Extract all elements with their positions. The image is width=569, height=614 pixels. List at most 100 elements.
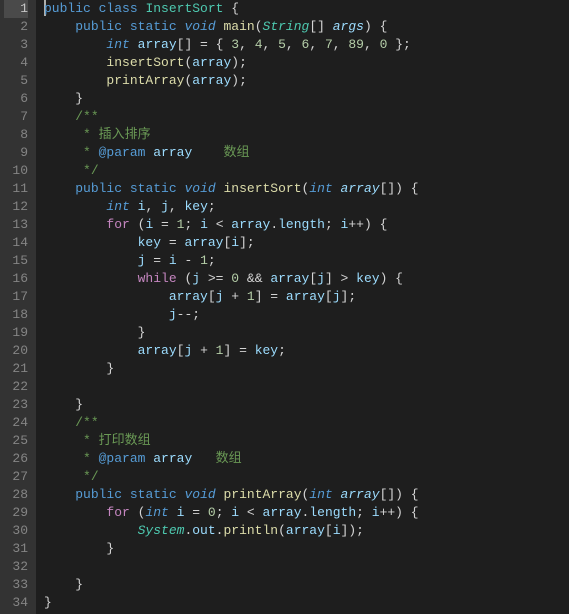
token-pun: [	[309, 271, 317, 286]
token-pun: ,	[333, 37, 349, 52]
token-pun	[169, 505, 177, 520]
code-line[interactable]: */	[44, 162, 569, 180]
token-cmt: 数组	[192, 451, 241, 466]
token-pun: }	[44, 577, 83, 592]
token-pun	[44, 181, 75, 196]
token-var: array	[138, 343, 177, 358]
code-line[interactable]: }	[44, 594, 569, 612]
code-line[interactable]: array[j + 1] = array[j];	[44, 288, 569, 306]
code-line[interactable]	[44, 378, 569, 396]
line-number: 31	[4, 540, 28, 558]
token-num: 5	[278, 37, 286, 52]
code-line[interactable]: System.out.println(array[i]);	[44, 522, 569, 540]
code-line[interactable]: printArray(array);	[44, 72, 569, 90]
code-line[interactable]: /**	[44, 108, 569, 126]
code-line[interactable]: public class InsertSort {	[44, 0, 569, 18]
code-line[interactable]: }	[44, 360, 569, 378]
code-line[interactable]: int array[] = { 3, 4, 5, 6, 7, 89, 0 };	[44, 36, 569, 54]
token-pun	[44, 37, 106, 52]
token-type-i: System	[138, 523, 185, 538]
code-line[interactable]: int i, j, key;	[44, 198, 569, 216]
code-line[interactable]: }	[44, 576, 569, 594]
line-number: 10	[4, 162, 28, 180]
line-number: 28	[4, 486, 28, 504]
code-line[interactable]: */	[44, 468, 569, 486]
token-var: length	[309, 505, 356, 520]
token-pun: []) {	[380, 487, 419, 502]
line-number: 6	[4, 90, 28, 108]
token-pun: }	[44, 595, 52, 610]
token-cmt: */	[83, 163, 99, 178]
code-line[interactable]: }	[44, 396, 569, 414]
code-line[interactable]: j = i - 1;	[44, 252, 569, 270]
token-pun: }	[44, 91, 83, 106]
code-line[interactable]: public static void insertSort(int array[…	[44, 180, 569, 198]
code-line[interactable]: public static void printArray(int array[…	[44, 486, 569, 504]
code-line[interactable]: }	[44, 540, 569, 558]
code-line[interactable]: for (int i = 0; i < array.length; i++) {	[44, 504, 569, 522]
token-var: key	[255, 343, 278, 358]
line-number: 26	[4, 450, 28, 468]
token-pun	[44, 415, 75, 430]
code-line[interactable]	[44, 558, 569, 576]
token-fn: main	[224, 19, 255, 34]
line-number: 9	[4, 144, 28, 162]
code-line[interactable]: * @param array 数组	[44, 144, 569, 162]
token-pun	[333, 487, 341, 502]
token-num: 1	[200, 253, 208, 268]
token-var: j	[161, 199, 169, 214]
token-pun: ++) {	[348, 217, 387, 232]
token-pun: =	[184, 505, 207, 520]
code-line[interactable]: j--;	[44, 306, 569, 324]
code-line[interactable]: for (i = 1; i < array.length; i++) {	[44, 216, 569, 234]
token-pun	[44, 307, 169, 322]
token-kw: public	[75, 487, 122, 502]
line-number: 21	[4, 360, 28, 378]
code-line[interactable]: array[j + 1] = key;	[44, 342, 569, 360]
code-line[interactable]: }	[44, 90, 569, 108]
code-line[interactable]: insertSort(array);	[44, 54, 569, 72]
token-num: 4	[255, 37, 263, 52]
token-var: out	[192, 523, 215, 538]
code-line[interactable]: key = array[i];	[44, 234, 569, 252]
token-var: array	[263, 505, 302, 520]
token-pun: +	[223, 289, 246, 304]
token-pun	[333, 181, 341, 196]
line-number: 3	[4, 36, 28, 54]
token-var: j	[317, 271, 325, 286]
code-line[interactable]: * 打印数组	[44, 432, 569, 450]
code-line[interactable]: public static void main(String[] args) {	[44, 18, 569, 36]
token-pun: ;	[325, 217, 341, 232]
token-kw: public	[44, 1, 91, 16]
token-kw: static	[130, 487, 177, 502]
line-number: 25	[4, 432, 28, 450]
code-line[interactable]: * 插入排序	[44, 126, 569, 144]
line-number: 30	[4, 522, 28, 540]
token-cmt: 数组	[192, 145, 249, 160]
token-pun: {	[223, 1, 239, 16]
token-pun: [	[208, 289, 216, 304]
code-line[interactable]: }	[44, 324, 569, 342]
code-editor[interactable]: 1234567891011121314151617181920212223242…	[0, 0, 569, 614]
token-pun: --;	[177, 307, 200, 322]
token-pun: []	[309, 19, 332, 34]
token-pun	[44, 253, 138, 268]
line-number: 1	[4, 0, 28, 18]
token-fn: println	[223, 523, 278, 538]
code-line[interactable]: while (j >= 0 && array[j] > key) {	[44, 270, 569, 288]
code-line[interactable]: * @param array 数组	[44, 450, 569, 468]
line-number: 23	[4, 396, 28, 414]
token-kw: class	[99, 1, 138, 16]
token-kw-i: void	[184, 19, 215, 34]
token-type-i: String	[263, 19, 310, 34]
code-line[interactable]: /**	[44, 414, 569, 432]
token-pun	[44, 163, 83, 178]
token-kw: static	[130, 19, 177, 34]
token-pun: }	[44, 361, 114, 376]
code-area[interactable]: public class InsertSort { public static …	[36, 0, 569, 614]
token-var: key	[138, 235, 161, 250]
token-pun	[44, 505, 106, 520]
token-cmt: *	[83, 145, 99, 160]
token-pun: ,	[263, 37, 279, 52]
token-var: j	[333, 289, 341, 304]
